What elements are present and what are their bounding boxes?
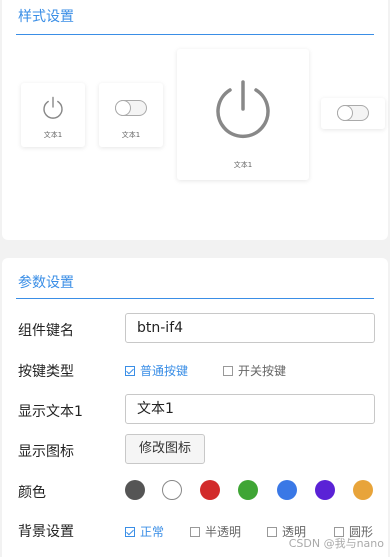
power-icon	[43, 96, 63, 119]
toggle-switch-icon	[115, 100, 147, 116]
color-swatch-blue[interactable]	[277, 480, 297, 500]
color-swatch-purple[interactable]	[315, 480, 335, 500]
style-section-divider	[16, 34, 374, 35]
checkbox-icon	[190, 526, 200, 537]
component-key-input[interactable]: btn-if4	[125, 313, 375, 343]
change-icon-button[interactable]: 修改图标	[125, 434, 205, 464]
preview-power-button-small[interactable]: 文本1	[21, 83, 85, 147]
component-key-label: 组件键名	[18, 323, 74, 339]
checkbox-checked-icon	[125, 526, 135, 537]
params-section-title: 参数设置	[18, 275, 74, 291]
preview-toggle-wide[interactable]	[321, 98, 385, 129]
button-type-normal-checkbox[interactable]: 普通按键	[125, 362, 188, 379]
preview-caption: 文本1	[121, 131, 141, 139]
color-swatch-green[interactable]	[238, 480, 258, 500]
csdn-watermark: CSDN @我与nano	[288, 537, 384, 550]
parameter-settings-panel: 参数设置 组件键名 btn-if4 按键类型 普通按键 开关按键 显示文本1 文…	[2, 258, 388, 557]
display-text-label: 显示文本1	[18, 404, 83, 420]
color-label: 颜色	[18, 485, 46, 501]
style-section-title: 样式设置	[18, 9, 74, 25]
power-icon	[216, 80, 270, 139]
color-swatch-gray[interactable]	[125, 480, 145, 500]
background-normal-checkbox[interactable]: 正常	[125, 523, 164, 540]
button-type-switch-checkbox[interactable]: 开关按键	[223, 362, 286, 379]
button-type-label: 按键类型	[18, 364, 74, 380]
params-section-divider	[16, 298, 374, 299]
checkbox-checked-icon	[125, 365, 135, 376]
style-settings-panel: 样式设置 文本1 文本1 文本1	[2, 0, 388, 240]
display-text-input[interactable]: 文本1	[125, 394, 375, 424]
background-label: 背景设置	[18, 524, 74, 540]
color-swatch-white[interactable]	[162, 480, 182, 500]
checkbox-icon	[267, 526, 277, 537]
color-swatch-orange[interactable]	[353, 480, 373, 500]
toggle-switch-icon	[337, 105, 369, 121]
display-icon-label: 显示图标	[18, 444, 74, 460]
background-semitransparent-checkbox[interactable]: 半透明	[190, 523, 241, 540]
preview-caption: 文本1	[43, 131, 63, 139]
preview-toggle-small[interactable]: 文本1	[99, 83, 163, 147]
preview-power-button-large[interactable]: 文本1	[177, 49, 309, 180]
checkbox-icon	[223, 365, 233, 376]
color-swatch-red[interactable]	[200, 480, 220, 500]
preview-caption: 文本1	[233, 161, 253, 169]
